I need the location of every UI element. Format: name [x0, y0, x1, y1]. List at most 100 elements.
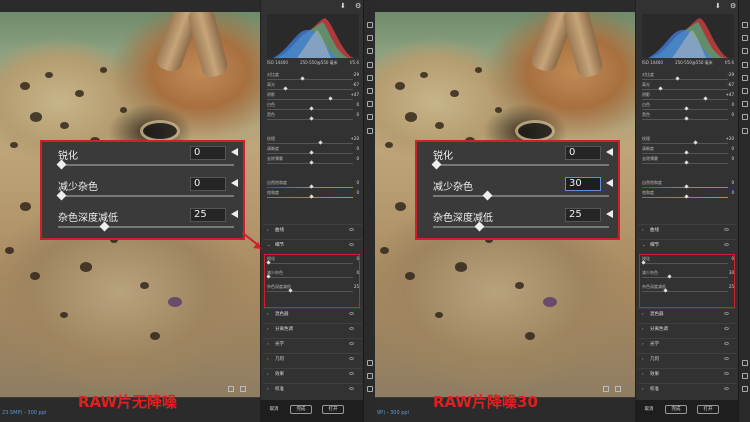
slider-track[interactable] — [642, 143, 728, 144]
callout-value-field[interactable]: 25 — [190, 208, 226, 222]
slider-row-param-5[interactable]: 纹理 +20 — [642, 136, 734, 146]
slider-track[interactable] — [267, 89, 353, 90]
section-header-curves[interactable]: › 曲线 — [638, 224, 737, 233]
chevron-icon[interactable]: › — [642, 386, 644, 391]
gear-icon[interactable]: ⚙ — [730, 3, 737, 10]
section-header-more-5[interactable]: › 校准 — [638, 383, 737, 392]
chevron-icon[interactable]: › — [267, 371, 269, 376]
slider-row-param-6[interactable]: 清晰度 0 — [267, 146, 359, 156]
slider-row-param-1[interactable]: 高光 -67 — [267, 82, 359, 92]
slider-value[interactable]: +20 — [351, 136, 359, 141]
section-header-detail[interactable]: ⌄ 细节 — [638, 239, 737, 248]
eye-icon[interactable] — [724, 327, 729, 330]
chevron-icon[interactable]: › — [267, 356, 269, 361]
slider-value[interactable]: +20 — [726, 136, 734, 141]
callout-slider-track[interactable] — [433, 226, 609, 228]
section-header-detail[interactable]: ⌄ 细节 — [263, 239, 362, 248]
slider-row-param-2[interactable]: 阴影 +47 — [642, 92, 734, 102]
tool-icon[interactable] — [367, 35, 373, 41]
callout-row-1[interactable]: 减少杂色 30 — [425, 175, 615, 201]
callout-value-field[interactable]: 0 — [565, 146, 601, 160]
slider-value[interactable]: 0 — [356, 102, 359, 107]
save-icon[interactable]: ⬇ — [715, 3, 722, 10]
slider-value[interactable]: 0 — [356, 190, 359, 195]
eye-icon[interactable] — [349, 387, 354, 390]
callout-row-2[interactable]: 杂色深度减低 25 — [50, 206, 240, 232]
section-header-more-4[interactable]: › 效果 — [638, 368, 737, 377]
tool-icon[interactable] — [367, 48, 373, 54]
slider-value[interactable]: +47 — [726, 92, 734, 97]
chevron-icon[interactable]: › — [267, 386, 269, 391]
single-view-icon[interactable] — [228, 386, 234, 392]
eye-icon[interactable] — [349, 357, 354, 360]
slider-row-param-8[interactable]: 自然饱和度 0 — [642, 180, 734, 190]
slider-track[interactable] — [642, 99, 728, 100]
slider-track[interactable] — [267, 143, 353, 144]
tool-icon[interactable] — [367, 62, 373, 68]
chevron-icon[interactable]: › — [642, 341, 644, 346]
slider-value[interactable]: -29 — [727, 72, 734, 77]
slider-value[interactable]: 0 — [731, 180, 734, 185]
reset-arrow-icon[interactable] — [606, 148, 613, 156]
section-header-more-0[interactable]: › 混色器 — [263, 308, 362, 317]
eye-icon[interactable] — [724, 312, 729, 315]
tool-icon[interactable] — [742, 373, 748, 379]
slider-row-param-3[interactable]: 白色 0 — [267, 102, 359, 112]
section-header-curves[interactable]: › 曲线 — [263, 224, 362, 233]
callout-slider-track[interactable] — [58, 226, 234, 228]
section-header-more-1[interactable]: › 分离色调 — [263, 323, 362, 332]
callout-slider-track[interactable] — [58, 195, 234, 197]
chevron-icon[interactable]: › — [642, 356, 644, 361]
chevron-icon[interactable]: › — [267, 311, 269, 316]
eye-icon[interactable] — [349, 372, 354, 375]
chevron-icon[interactable]: ⌄ — [267, 242, 270, 247]
section-header-more-5[interactable]: › 校准 — [263, 383, 362, 392]
slider-value[interactable]: 0 — [356, 146, 359, 151]
eye-icon[interactable] — [724, 342, 729, 345]
slider-value[interactable]: 0 — [356, 112, 359, 117]
slider-value[interactable]: -67 — [727, 82, 734, 87]
eye-icon[interactable] — [349, 342, 354, 345]
slider-row-param-9[interactable]: 饱和度 0 — [267, 190, 359, 200]
slider-row-param-9[interactable]: 饱和度 0 — [642, 190, 734, 200]
tool-icon[interactable] — [742, 101, 748, 107]
eye-icon[interactable] — [724, 357, 729, 360]
callout-row-0[interactable]: 锐化 0 — [50, 144, 240, 170]
slider-row-param-4[interactable]: 黑色 0 — [642, 112, 734, 122]
reset-arrow-icon[interactable] — [231, 148, 238, 156]
slider-row-param-1[interactable]: 高光 -67 — [642, 82, 734, 92]
reset-arrow-icon[interactable] — [231, 179, 238, 187]
eye-icon[interactable] — [724, 228, 729, 231]
tool-icon[interactable] — [742, 75, 748, 81]
section-header-more-2[interactable]: › 光学 — [263, 338, 362, 347]
tool-icon[interactable] — [742, 88, 748, 94]
reset-arrow-icon[interactable] — [606, 210, 613, 218]
tool-icon[interactable] — [367, 22, 373, 28]
eye-icon[interactable] — [349, 228, 354, 231]
slider-value[interactable]: 0 — [731, 146, 734, 151]
callout-row-1[interactable]: 减少杂色 0 — [50, 175, 240, 201]
chevron-icon[interactable]: › — [267, 341, 269, 346]
chevron-icon[interactable]: › — [642, 227, 644, 232]
tool-icon[interactable] — [742, 114, 748, 120]
tool-icon[interactable] — [742, 22, 748, 28]
section-header-more-3[interactable]: › 几何 — [638, 353, 737, 362]
slider-row-param-7[interactable]: 去除薄雾 0 — [267, 156, 359, 166]
slider-row-param-0[interactable]: 对比度 -29 — [267, 72, 359, 82]
zoom-readout[interactable]: 9P) - 300 ppi — [377, 410, 409, 416]
tool-icon[interactable] — [742, 35, 748, 41]
slider-row-param-3[interactable]: 白色 0 — [642, 102, 734, 112]
tool-icon[interactable] — [367, 360, 373, 366]
compare-view-icon[interactable] — [240, 386, 246, 392]
slider-row-param-6[interactable]: 清晰度 0 — [642, 146, 734, 156]
save-icon[interactable]: ⬇ — [340, 3, 347, 10]
slider-value[interactable]: 0 — [731, 112, 734, 117]
slider-row-param-0[interactable]: 对比度 -29 — [642, 72, 734, 82]
slider-value[interactable]: -29 — [352, 72, 359, 77]
section-header-more-1[interactable]: › 分离色调 — [638, 323, 737, 332]
done-button[interactable]: 完成 — [665, 404, 687, 414]
tool-icon[interactable] — [367, 386, 373, 392]
compare-view-icon[interactable] — [615, 386, 621, 392]
tool-icon[interactable] — [742, 62, 748, 68]
slider-value[interactable]: 0 — [731, 190, 734, 195]
